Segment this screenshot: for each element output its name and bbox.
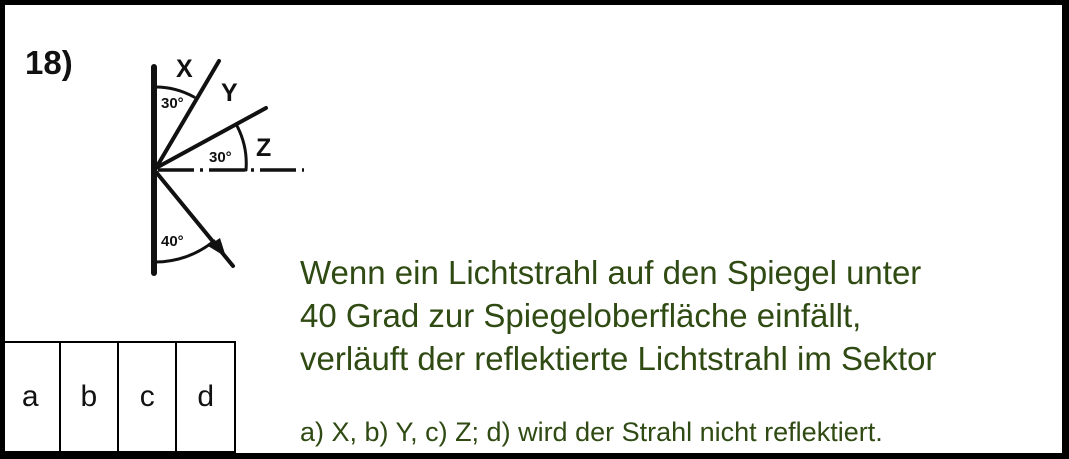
answer-boxes: a b c d — [0, 341, 236, 453]
angle-label-top: 30° — [161, 95, 184, 112]
label-y: Y — [221, 79, 238, 107]
label-x: X — [176, 55, 193, 83]
arc-middle — [234, 122, 248, 172]
question-text: Wenn ein Lichtstrahl auf den Spiegel unt… — [300, 251, 936, 380]
answer-box-a[interactable]: a — [0, 341, 61, 453]
answer-box-b[interactable]: b — [58, 341, 120, 453]
question-line: 40 Grad zur Spiegeloberfläche einfällt, — [300, 297, 862, 334]
question-line: verläuft der reflektierte Lichtstrahl im… — [300, 340, 937, 377]
angle-label-bottom: 40° — [161, 233, 184, 250]
answer-options: a) X, b) Y, c) Z; d) wird der Strahl nic… — [300, 417, 883, 447]
answer-box-c[interactable]: c — [117, 341, 178, 453]
answer-box-d[interactable]: d — [175, 341, 236, 453]
angle-label-middle: 30° — [209, 149, 232, 166]
label-z: Z — [256, 134, 271, 162]
question-line: Wenn ein Lichtstrahl auf den Spiegel unt… — [300, 254, 922, 291]
